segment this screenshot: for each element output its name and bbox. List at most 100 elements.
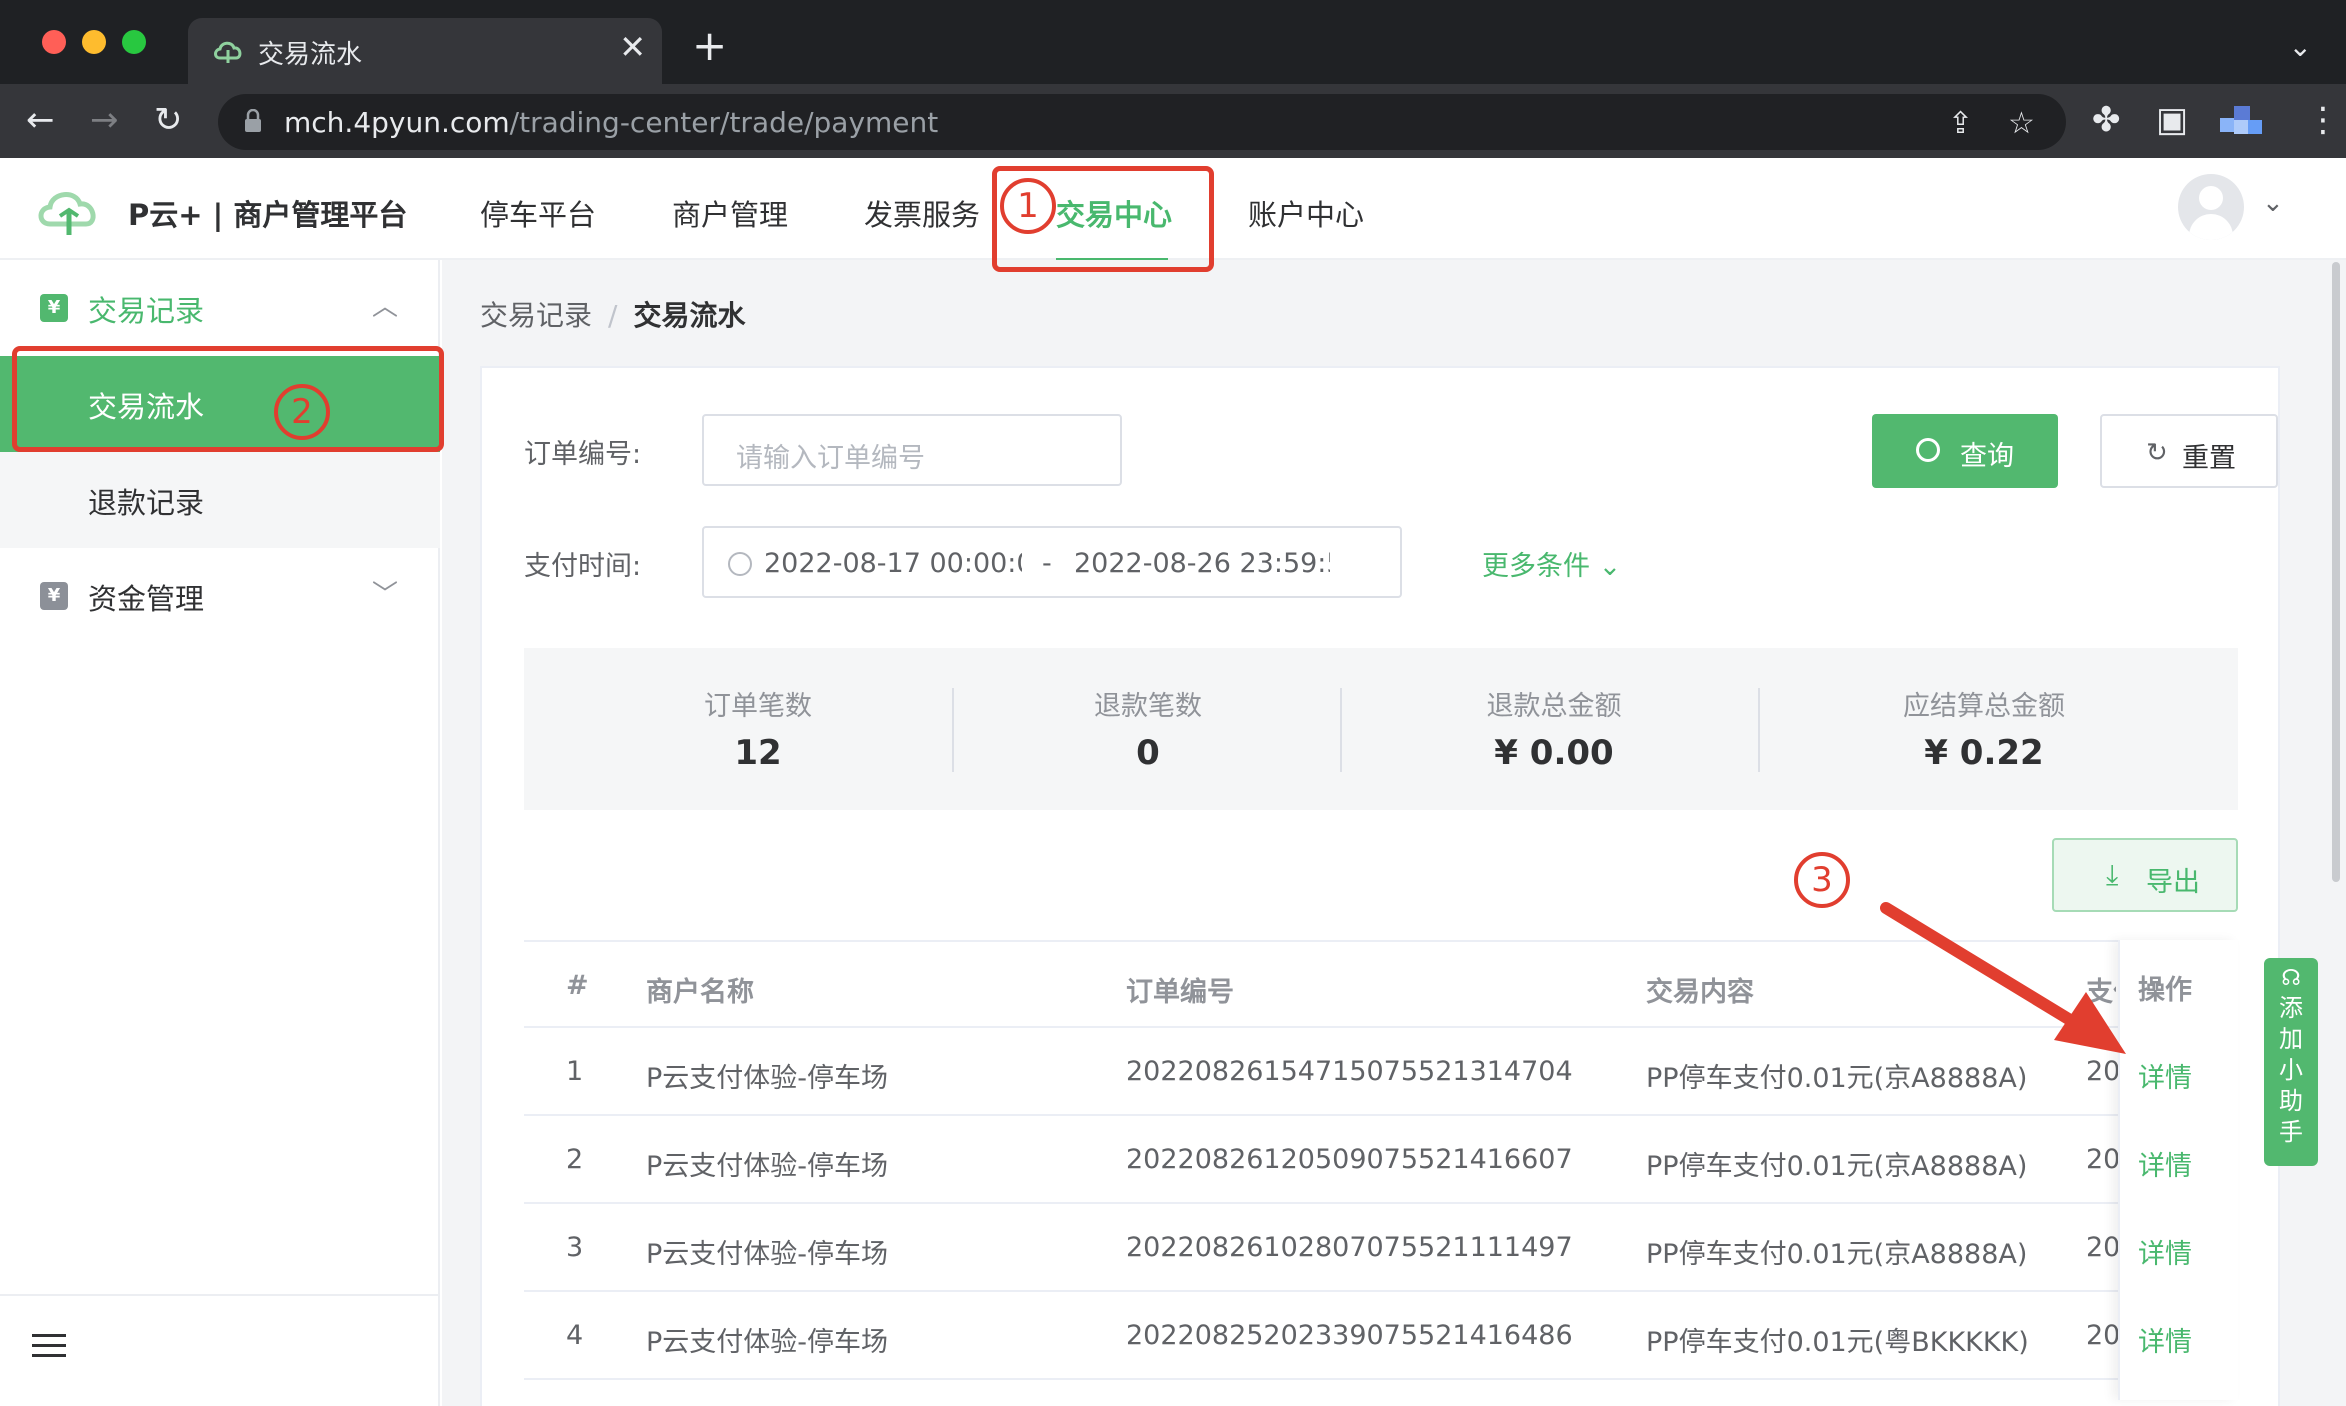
stat-value: ¥ 0.00 <box>1494 733 1614 773</box>
col-order-number: 订单编号 <box>1126 977 1234 1008</box>
table-row: 4 P云支付体验-停车场 20220825202339075521416486 … <box>524 1292 2238 1380</box>
new-tab-icon[interactable]: + <box>692 25 727 67</box>
row-merchant: P云支付体验-停车场 <box>646 1327 889 1358</box>
add-assistant-label: 添加小助手 <box>2279 994 2303 1146</box>
reset-button[interactable]: ↻ 重置 <box>2100 414 2278 488</box>
close-window-button[interactable] <box>42 30 66 54</box>
row-merchant: P云支付体验-停车场 <box>646 1239 889 1270</box>
stat-value: 12 <box>734 733 782 773</box>
page-scrollbar[interactable] <box>2332 262 2340 882</box>
tab-search-chevron-icon[interactable]: ⌄ <box>2289 30 2312 63</box>
row-detail-link[interactable]: 详情 <box>2138 1144 2192 1183</box>
sidebar-group-funds[interactable]: ¥ 资金管理 ﹀ <box>0 548 440 644</box>
stat-refund-amount: 退款总金额 ¥ 0.00 <box>1424 684 1684 773</box>
close-tab-icon[interactable]: ✕ <box>619 28 646 66</box>
pay-time-label: 支付时间: <box>524 551 642 582</box>
row-content: PP停车支付0.01元(京A8888A) <box>1646 1063 2028 1094</box>
order-number-label: 订单编号: <box>524 439 642 470</box>
row-content: PP停车支付0.01元(粤BKKKKK) <box>1646 1327 2029 1358</box>
receipt-icon: ¥ <box>40 294 68 322</box>
download-icon: ⤓ <box>2106 858 2119 891</box>
row-order-number: 20220825202339075521416486 <box>1126 1320 1573 1351</box>
headset-icon: ☊ <box>2281 966 2301 991</box>
row-pay-time: 20 <box>2086 1056 2118 1087</box>
reset-button-label: 重置 <box>2182 443 2236 474</box>
stat-order-count: 订单笔数 12 <box>628 684 888 773</box>
account-chevron-down-icon[interactable]: ⌄ <box>2262 188 2284 218</box>
clock-icon <box>728 552 752 576</box>
row-order-number: 20220826154715075521314704 <box>1126 1056 1573 1087</box>
nav-invoice-service[interactable]: 发票服务 <box>864 192 980 234</box>
forward-arrow-icon[interactable]: → <box>90 100 119 140</box>
side-panel-icon[interactable]: ▣ <box>2156 100 2188 140</box>
range-separator: - <box>1042 548 1052 579</box>
main-content: 交易记录 / 交易流水 订单编号: 请输入订单编号 查询 ↻ 重置 支付时间: 20… <box>442 260 2346 1406</box>
col-index: # <box>566 970 589 1001</box>
lock-icon <box>245 109 261 132</box>
row-index: 1 <box>566 1056 584 1087</box>
nav-parking-platform[interactable]: 停车平台 <box>480 192 596 234</box>
maximize-window-button[interactable] <box>122 30 146 54</box>
url-text: mch.4pyun.com/trading-center/trade/payme… <box>284 106 939 139</box>
stats-summary: 订单笔数 12 退款笔数 0 退款总金额 ¥ 0.00 应结算总金额 ¥ 0.2… <box>524 648 2238 810</box>
stat-value: ¥ 0.22 <box>1924 733 2044 773</box>
export-button-label: 导出 <box>2146 867 2200 898</box>
profile-icon[interactable] <box>2210 96 2266 142</box>
stat-value: 0 <box>1136 733 1160 773</box>
order-number-placeholder: 请输入订单编号 <box>736 443 925 474</box>
minimize-window-button[interactable] <box>82 30 106 54</box>
stat-settlement-amount: 应结算总金额 ¥ 0.22 <box>1854 684 2114 773</box>
browser-tab[interactable]: 交易流水 ✕ <box>188 18 662 84</box>
add-assistant-button[interactable]: ☊ 添加小助手 <box>2264 958 2318 1166</box>
nav-merchant-management[interactable]: 商户管理 <box>672 192 788 234</box>
export-button[interactable]: ⤓ 导出 <box>2052 838 2238 912</box>
wallet-icon: ¥ <box>40 582 68 610</box>
browser-menu-icon[interactable]: ⋮ <box>2306 100 2340 140</box>
row-detail-link[interactable]: 详情 <box>2138 1320 2192 1359</box>
sidebar-group-label: 交易记录 <box>88 294 205 328</box>
end-time-value[interactable]: 2022-08-26 23:59:59 <box>1074 548 1330 579</box>
avatar[interactable] <box>2178 174 2244 240</box>
tab-title: 交易流水 <box>258 40 363 70</box>
order-number-input[interactable]: 请输入订单编号 <box>702 414 1122 486</box>
sidebar-group-transactions[interactable]: ¥ 交易记录 ︿ <box>0 260 440 356</box>
stat-label: 退款笔数 <box>1094 691 1202 722</box>
sidebar-divider <box>0 1294 440 1296</box>
breadcrumb: 交易记录 / 交易流水 <box>480 294 745 334</box>
annotation-number-1: 1 <box>1000 178 1056 234</box>
sidebar-item-label: 退款记录 <box>88 486 205 520</box>
row-detail-link[interactable]: 详情 <box>2138 1056 2192 1095</box>
bookmark-star-icon[interactable]: ☆ <box>2008 106 2035 141</box>
start-time-value[interactable]: 2022-08-17 00:00:00 <box>764 548 1022 579</box>
table-row: 3 P云支付体验-停车场 20220826102807075521111497 … <box>524 1204 2238 1292</box>
stat-refund-count: 退款笔数 0 <box>1018 684 1278 773</box>
pay-time-range-picker[interactable]: 2022-08-17 00:00:00 - 2022-08-26 23:59:5… <box>702 526 1402 598</box>
row-merchant: P云支付体验-停车场 <box>646 1063 889 1094</box>
sidebar-group-label: 资金管理 <box>88 582 205 616</box>
col-action: 操作 <box>2138 975 2192 1006</box>
stat-label: 退款总金额 <box>1486 691 1622 722</box>
row-detail-link[interactable]: 详情 <box>2138 1232 2192 1271</box>
table-row: 2 P云支付体验-停车场 20220826120509075521416607 … <box>524 1116 2238 1204</box>
col-content: 交易内容 <box>1646 977 1754 1008</box>
fixed-action-column: 操作 详情 详情 详情 详情 <box>2118 940 2238 1400</box>
annotation-number-3: 3 <box>1794 852 1850 908</box>
address-bar[interactable]: mch.4pyun.com/trading-center/trade/payme… <box>218 94 2066 150</box>
more-conditions-link[interactable]: 更多条件 ⌄ <box>1482 544 1621 583</box>
extensions-puzzle-icon[interactable]: ✤ <box>2092 100 2121 140</box>
favicon-cloud-icon <box>214 41 242 63</box>
collapse-sidebar-icon[interactable] <box>32 1334 66 1364</box>
row-index: 3 <box>566 1232 584 1263</box>
row-content: PP停车支付0.01元(京A8888A) <box>1646 1151 2028 1182</box>
nav-account-center[interactable]: 账户中心 <box>1248 192 1364 234</box>
back-arrow-icon[interactable]: ← <box>26 100 55 140</box>
reload-icon[interactable]: ↻ <box>154 100 183 140</box>
chevron-up-icon: ︿ <box>372 292 399 322</box>
query-button[interactable]: 查询 <box>1872 414 2058 488</box>
breadcrumb-parent[interactable]: 交易记录 <box>480 299 592 332</box>
share-icon[interactable]: ⇪ <box>1948 106 1973 141</box>
row-index: 4 <box>566 1320 584 1351</box>
row-content: PP停车支付0.01元(京A8888A) <box>1646 1239 2028 1270</box>
sidebar-item-refund-records[interactable]: 退款记录 <box>0 452 440 548</box>
col-merchant: 商户名称 <box>646 977 754 1008</box>
